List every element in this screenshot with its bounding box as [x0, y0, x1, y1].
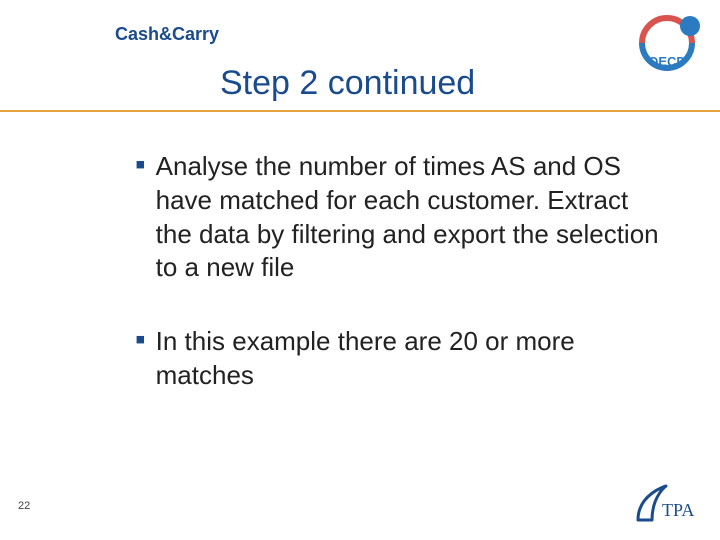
page-title: Step 2 continued [220, 64, 475, 103]
header-label: Cash&Carry [115, 24, 219, 45]
bullet-item: ▪ Analyse the number of times AS and OS … [135, 150, 660, 285]
bullet-square-icon: ▪ [135, 325, 146, 355]
page-number: 22 [18, 500, 30, 512]
title-rule [0, 110, 720, 112]
svg-text:TPA: TPA [662, 500, 694, 520]
bullet-list: ▪ Analyse the number of times AS and OS … [135, 150, 660, 433]
oecd-logo: OECD [632, 8, 702, 78]
bullet-item: ▪ In this example there are 20 or more m… [135, 325, 660, 393]
bullet-text: Analyse the number of times AS and OS ha… [156, 150, 660, 285]
svg-text:OECD: OECD [648, 54, 686, 69]
tpa-logo: TPA [632, 480, 702, 528]
bullet-text: In this example there are 20 or more mat… [156, 325, 660, 393]
bullet-square-icon: ▪ [135, 150, 146, 180]
